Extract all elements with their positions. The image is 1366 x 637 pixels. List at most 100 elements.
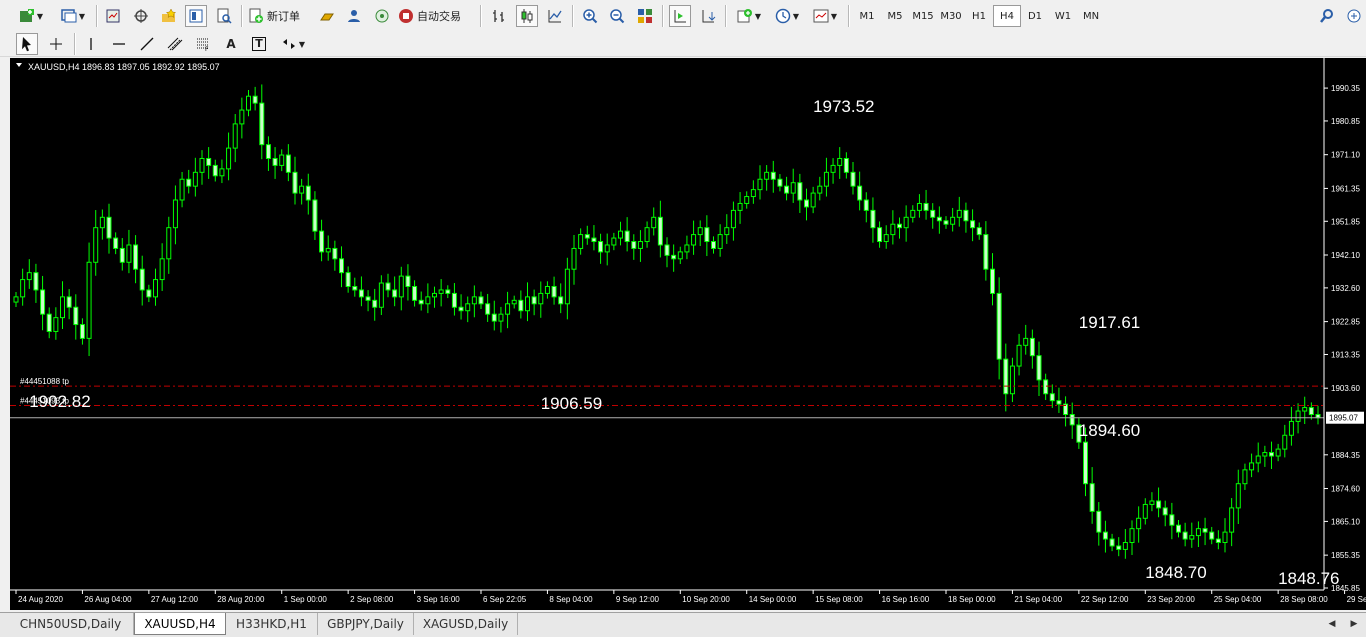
candle-body-bear [1169,514,1175,526]
tabs-scroll-right[interactable]: ▶ [1344,613,1364,635]
profiles-button[interactable]: ▼ [56,5,90,27]
candle-body-bull [790,182,796,194]
candle-body-bear [119,247,125,263]
autoscroll-button[interactable] [697,5,719,27]
search-icon [1319,8,1335,24]
favorites-button[interactable] [158,5,180,27]
tile-windows-button[interactable] [634,5,656,27]
candle-body-bull [1282,434,1288,450]
price-chart[interactable]: #44451088 tp#44451093 tp 1990.351980.851… [10,58,1366,610]
toolbar-separator [848,5,850,27]
periods-button[interactable]: ▼ [770,5,804,27]
zoom-in-button[interactable] [579,5,601,27]
candle-body-bear [1308,407,1314,416]
cursor-tool[interactable] [16,33,38,55]
period-mn[interactable]: MN [1077,5,1105,27]
candle-body-bear [531,296,537,305]
candle-body-bull [1229,507,1235,533]
candle-body-bear [478,296,484,305]
candle-body-bull [823,171,829,187]
candle-body-bear [943,220,949,225]
tab-chn50usd[interactable]: CHN50USD,Daily [8,613,134,635]
chart-window[interactable]: #44451088 tp #44451093 tp 1990.35 1980.85 1… [10,58,1366,610]
candle-body-bull [916,202,922,211]
price-tick-label: 1913.35 [1331,350,1360,359]
period-w1[interactable]: W1 [1049,5,1077,27]
period-h1[interactable]: H1 [965,5,993,27]
crosshair-nav-button[interactable] [130,5,152,27]
market-watch-button[interactable] [102,5,124,27]
tab-h33hkd[interactable]: H33HKD,H1 [226,613,318,635]
candlestick-button[interactable] [516,5,538,27]
candle-body-bear [491,313,497,322]
tabs-scroll-left[interactable]: ◀ [1322,613,1342,635]
horizontal-line-tool[interactable] [108,33,130,55]
text-label-tool[interactable]: T [248,33,270,55]
search-button[interactable] [1316,5,1338,27]
period-m1[interactable]: M1 [853,5,881,27]
period-h4[interactable]: H4 [993,5,1021,27]
candle-body-bull [730,209,736,229]
crosshair-tool[interactable] [45,33,67,55]
tab-xauusd[interactable]: XAUUSD,H4 [134,613,226,635]
period-m30[interactable]: M30 [937,5,965,27]
period-m5[interactable]: M5 [881,5,909,27]
time-tick-label: 22 Sep 12:00 [1081,595,1129,604]
candle-body-bull [1262,452,1268,457]
candle-body-bull [817,185,823,194]
candle-body-bear [1116,545,1122,550]
candle-body-bull [1195,528,1201,537]
toolbar-separator [74,33,76,55]
indicators-button[interactable]: ▼ [732,5,766,27]
candle-body-bear [936,216,942,222]
community-button[interactable] [1344,5,1364,27]
toolbar-separator [96,5,98,27]
vertical-line-tool[interactable] [80,33,102,55]
autotrade-icon [398,8,414,24]
candle-body-bear [1176,524,1181,533]
gold-bar-button[interactable] [316,5,338,27]
bar-chart-button[interactable] [488,5,510,27]
period-d1[interactable]: D1 [1021,5,1049,27]
vps-button[interactable] [371,5,393,27]
equidistant-channel-tool[interactable] [164,33,186,55]
candle-body-bull [750,189,756,198]
candle-body-bull [1302,407,1308,412]
chart-menu-triangle-icon[interactable] [16,63,22,67]
arrows-tool[interactable]: ▼ [276,33,310,55]
zoom-out-button[interactable] [606,5,628,27]
price-tick-label: 1942.10 [1331,251,1360,260]
templates-button[interactable]: ▼ [808,5,842,27]
candle-body-bull [20,279,26,298]
new-order-button[interactable]: 新订单 [248,5,310,27]
drawing-toolbar: F A T ▼ [0,32,1366,57]
time-tick-label: 16 Sep 16:00 [882,595,930,604]
price-tick-label: 1855.35 [1331,551,1360,560]
chart-shift-button[interactable] [669,5,691,27]
candle-body-bull [544,285,550,294]
autotrade-button[interactable]: 自动交易 [398,5,472,27]
tester-button[interactable] [213,5,235,27]
signals-button[interactable] [343,5,365,27]
bar-chart-icon [491,8,507,24]
fibonacci-tool[interactable]: F [192,33,214,55]
trendline-tool[interactable] [136,33,158,55]
text-tool[interactable]: A [220,33,242,55]
candle-body-bull [239,109,245,125]
line-chart-button[interactable] [544,5,566,27]
candle-body-bear [73,306,79,326]
candle-body-bear [990,268,995,294]
new-chart-button[interactable]: ▼ [14,5,48,27]
terminal-button[interactable] [185,5,207,27]
time-tick-label: 9 Sep 12:00 [616,595,660,604]
tab-gbpjpy[interactable]: GBPJPY,Daily [318,613,414,635]
star-folder-icon [161,8,177,24]
tab-xagusd[interactable]: XAGUSD,Daily [414,613,518,635]
candle-body-bear [1049,393,1055,402]
candle-body-bull [179,178,185,201]
candle-body-bear [312,199,318,232]
price-tick-label: 1874.60 [1331,485,1360,494]
candle-body-bear [339,258,344,274]
candlestick-icon [519,8,535,24]
period-m15[interactable]: M15 [909,5,937,27]
